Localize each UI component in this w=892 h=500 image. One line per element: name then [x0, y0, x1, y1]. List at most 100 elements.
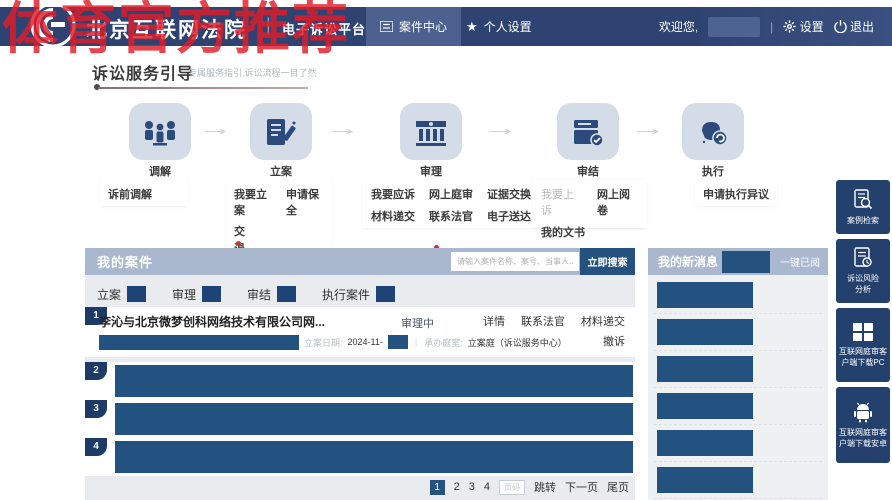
message-item-redacted[interactable] [657, 356, 753, 382]
case-list-icon [380, 21, 393, 32]
page-2[interactable]: 2 [454, 481, 460, 493]
search-now-button[interactable]: 立即搜索 [580, 248, 635, 275]
last-page-button[interactable]: 尾页 [607, 479, 629, 495]
dept-label: 承办庭室: [424, 336, 463, 349]
filing-links-card: 我要立案 申请保全 交退费 [226, 180, 332, 254]
link-apply-preservation[interactable]: 申请保全 [286, 186, 324, 218]
case-content-redacted [115, 441, 633, 473]
page-1-current[interactable]: 1 [430, 480, 445, 495]
tab-trial-label: 审理 [172, 286, 196, 303]
link-my-documents[interactable]: 我的文书 [541, 227, 585, 239]
link-electronic-delivery[interactable]: 电子送达 [487, 208, 531, 224]
message-item-redacted[interactable] [657, 282, 753, 308]
my-cases-header: 我的案件 立即搜索 [85, 248, 635, 275]
settings-button[interactable]: 设置 [783, 18, 823, 35]
header: 北京互联网法院 | 电子诉讼平台 案件中心 ★ 个人设置 欢迎您, | [0, 7, 892, 46]
page-jump-input[interactable] [499, 480, 525, 495]
platform-title: 电子诉讼平台 [282, 19, 366, 38]
brand-title: 北京互联网法院 [86, 14, 247, 44]
step-tile-filing[interactable] [250, 103, 312, 160]
message-divider [654, 498, 822, 499]
flow-arrow-icon: → [482, 118, 518, 141]
link-online-hearing[interactable]: 网上庭审 [429, 186, 473, 202]
side-case-search-button[interactable]: 案例检索 [836, 180, 890, 234]
link-file-case[interactable]: 我要立案 [234, 186, 272, 218]
case-search-input[interactable] [451, 252, 579, 271]
archive-check-icon [571, 117, 605, 147]
filing-document-icon [265, 117, 297, 147]
link-material-submit[interactable]: 材料递交 [371, 208, 415, 224]
nav-personal-settings[interactable]: ★ 个人设置 [452, 7, 546, 46]
tab-filing[interactable]: 立案 [97, 286, 146, 303]
case-row-number: 2 [85, 362, 107, 380]
case-row-3[interactable]: 3 [85, 400, 635, 438]
case-detail-link[interactable]: 详情 [483, 313, 505, 329]
tab-concluded-label: 审结 [247, 286, 271, 303]
link-appeal-disabled[interactable]: 我要上诉 [541, 186, 583, 218]
star-icon: ★ [466, 19, 478, 35]
side-android-download-line1: 互联网庭审客 [839, 427, 887, 438]
page-4[interactable]: 4 [484, 481, 490, 493]
case-row-2[interactable]: 2 [85, 362, 635, 400]
case-material-submit-link[interactable]: 材料递交 [581, 313, 625, 329]
case-row-number: 4 [85, 438, 107, 456]
logout-button[interactable]: 退出 [834, 18, 874, 35]
link-online-file-review[interactable]: 网上阅卷 [597, 186, 639, 218]
case-contact-judge-link[interactable]: 联系法官 [521, 313, 565, 329]
step-tile-conclusion[interactable] [557, 103, 619, 160]
side-risk-analysis-line2: 分析 [855, 284, 871, 295]
step-tile-trial[interactable] [400, 103, 462, 160]
side-risk-analysis-line1: 诉讼风险 [847, 273, 879, 284]
risk-analysis-icon [853, 247, 873, 269]
username-redacted [708, 17, 760, 37]
message-item-redacted[interactable] [657, 319, 753, 345]
case-row-1[interactable]: 1 李沁与北京微梦创科网络技术有限公司网... 审理中 详情 联系法官 材料递交… [85, 307, 635, 357]
header-user-area: 欢迎您, | 设置 退出 [659, 7, 874, 46]
tab-execution[interactable]: 执行案件 [322, 286, 395, 303]
mark-all-read-button[interactable]: 一键已阅 [780, 254, 820, 269]
page-3[interactable]: 3 [469, 481, 475, 493]
case-content-redacted [115, 365, 633, 397]
tab-filing-label: 立案 [97, 286, 121, 303]
messages-count-redacted [722, 251, 770, 273]
message-divider [654, 350, 822, 351]
link-respond-suit[interactable]: 我要应诉 [371, 186, 415, 202]
nav-case-center[interactable]: 案件中心 [366, 7, 461, 46]
android-icon [852, 401, 874, 423]
case-withdraw-link[interactable]: 撤诉 [603, 336, 625, 348]
guide-section-title: 诉讼服务引导 [92, 60, 194, 84]
step-tile-execution[interactable] [682, 103, 744, 160]
side-pc-download-button[interactable]: 互联网庭审客 户端下载PC [836, 308, 890, 382]
tab-trial-count-redacted [202, 286, 221, 302]
step-label-execution: 执行 [682, 163, 744, 179]
case-number-redacted [99, 335, 299, 350]
link-contact-judge[interactable]: 联系法官 [429, 208, 473, 224]
guide-underline [98, 87, 308, 89]
link-evidence-exchange[interactable]: 证据交换 [487, 186, 531, 202]
tab-concluded[interactable]: 审结 [247, 286, 296, 303]
brand-divider: | [266, 15, 271, 36]
next-page-button[interactable]: 下一页 [565, 479, 598, 495]
case-title: 李沁与北京微梦创科网络技术有限公司网... [99, 313, 325, 330]
case-tabs: 立案 审理 审结 执行案件 [97, 281, 395, 307]
welcome-text: 欢迎您, [659, 18, 698, 35]
flow-arrow-icon: → [197, 118, 233, 141]
my-cases-title: 我的案件 [85, 252, 153, 271]
tab-trial[interactable]: 审理 [172, 286, 221, 303]
side-risk-analysis-button[interactable]: 诉讼风险 分析 [836, 239, 890, 303]
message-item-redacted[interactable] [657, 467, 753, 493]
pagination: 1 2 3 4 跳转 下一页 尾页 [430, 479, 629, 495]
filing-day-redacted [388, 335, 408, 349]
case-row-4[interactable]: 4 [85, 438, 635, 476]
message-item-redacted[interactable] [657, 430, 753, 456]
link-pretrial-mediation[interactable]: 诉前调解 [108, 189, 152, 201]
meta-divider: | [415, 337, 417, 347]
link-execution-objection[interactable]: 申请执行异议 [703, 189, 769, 201]
side-android-download-button[interactable]: 互联网庭审客 户端下载安卓 [836, 387, 890, 463]
nav-case-center-label: 案件中心 [399, 18, 447, 35]
step-tile-mediation[interactable] [129, 103, 191, 160]
message-item-redacted[interactable] [657, 393, 753, 419]
header-divider: | [770, 20, 773, 34]
side-pc-download-line1: 互联网庭审客 [839, 346, 887, 357]
page-jump-button[interactable]: 跳转 [534, 479, 556, 495]
